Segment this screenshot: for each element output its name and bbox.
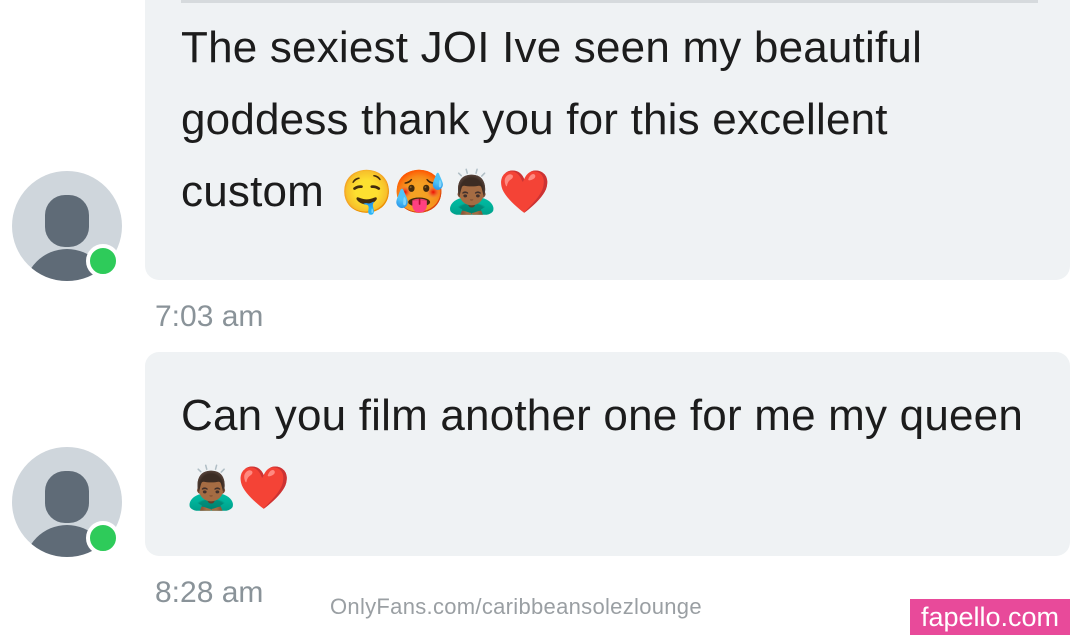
message-bubble[interactable]: Can you film another one for me my queen…: [145, 352, 1070, 556]
message-emojis: 🤤🥵🙇🏾‍♂️❤️: [340, 167, 551, 216]
message-text: The sexiest JOI Ive seen my beautiful go…: [181, 12, 1041, 228]
online-status-dot: [86, 521, 120, 555]
message-body: Can you film another one for me my queen: [181, 391, 1024, 440]
message-emojis: 🙇🏾‍♂️❤️: [185, 463, 290, 512]
avatar-head-icon: [45, 471, 89, 523]
watermark-brand: fapello.com: [910, 599, 1070, 635]
avatar-head-icon: [45, 195, 89, 247]
message-body: The sexiest JOI Ive seen my beautiful go…: [181, 23, 923, 216]
quoted-divider: [181, 0, 1038, 3]
message-timestamp: 7:03 am: [155, 300, 264, 333]
online-status-dot: [86, 244, 120, 278]
message-bubble[interactable]: The sexiest JOI Ive seen my beautiful go…: [145, 0, 1070, 280]
message-timestamp: 8:28 am: [155, 576, 264, 609]
watermark-url: OnlyFans.com/caribbeansolezlounge: [330, 594, 702, 619]
message-text: Can you film another one for me my queen…: [181, 380, 1041, 524]
